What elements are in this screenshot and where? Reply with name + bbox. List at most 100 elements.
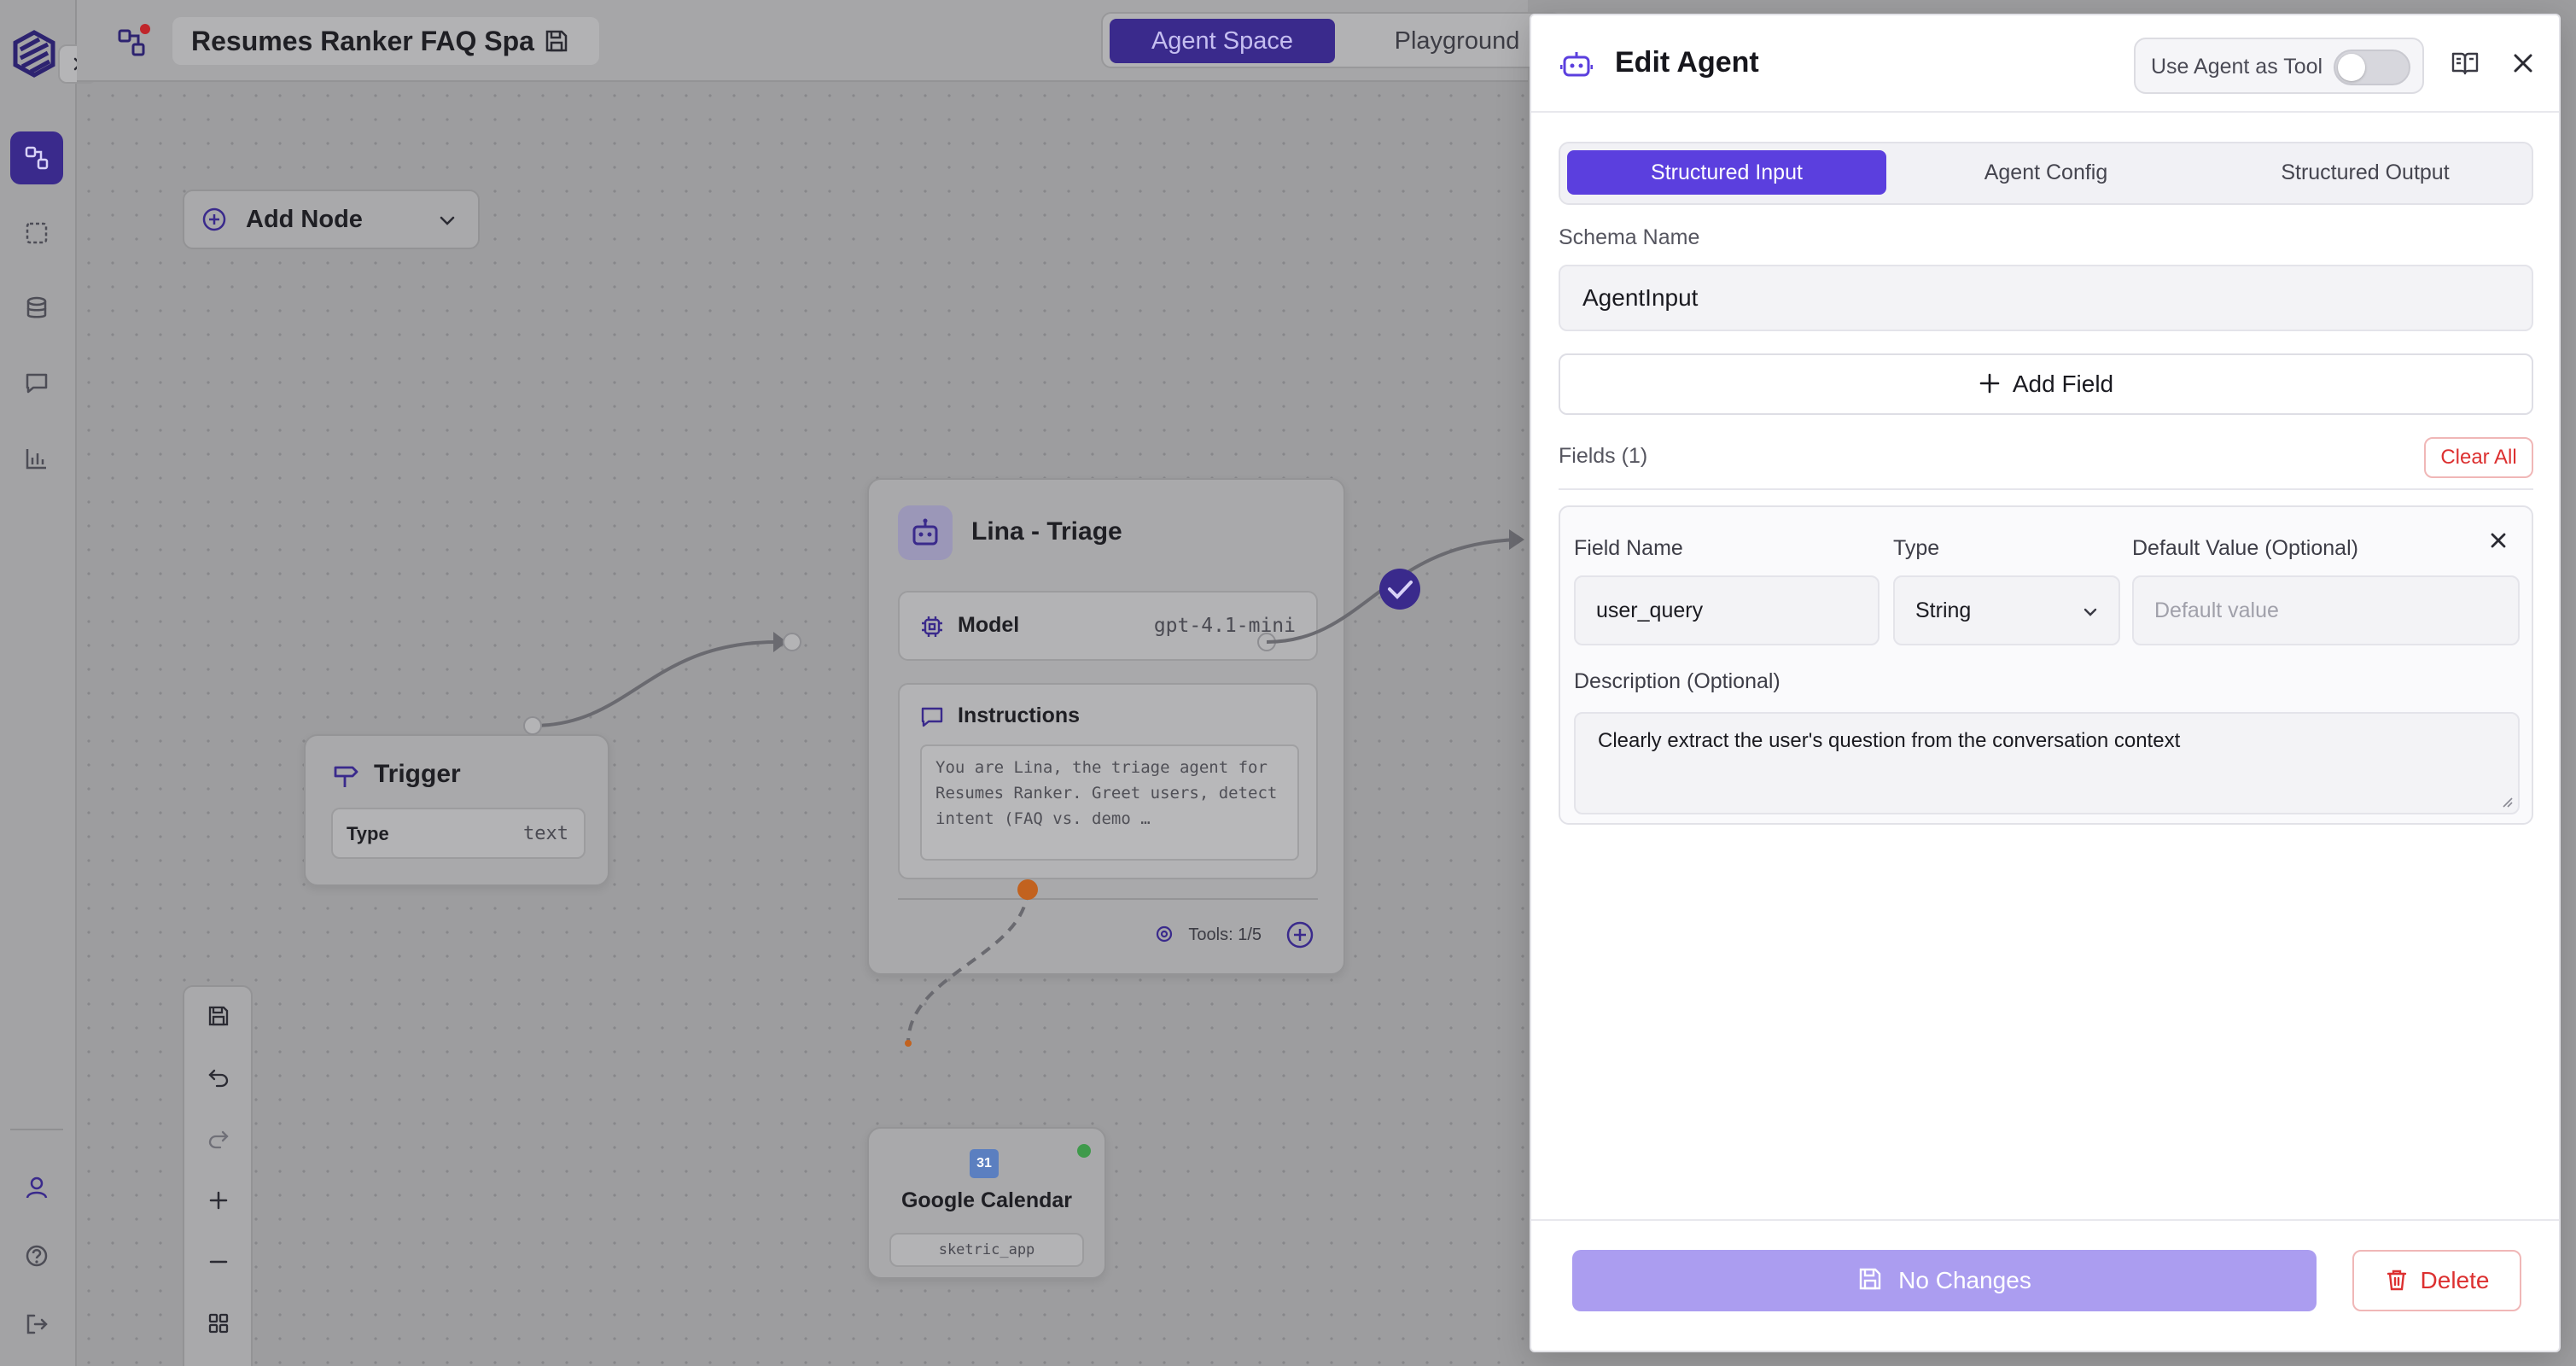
zoom-out-icon[interactable]: [200, 1243, 237, 1281]
model-key: Model: [958, 613, 1020, 637]
workflow-icon: [25, 146, 49, 170]
panel-tabs: Structured Input Agent Config Structured…: [1559, 142, 2533, 205]
field-card: Field Name Type Default Value (Optional)…: [1559, 505, 2533, 825]
close-icon[interactable]: [2508, 48, 2538, 79]
tab-agent-space[interactable]: Agent Space: [1110, 19, 1335, 63]
remove-field-icon[interactable]: [2486, 528, 2511, 553]
field-type-label: Type: [1893, 536, 1940, 560]
help-icon: [26, 1245, 48, 1267]
chat-icon: [26, 373, 48, 394]
panel-header: Edit Agent Use Agent as Tool: [1531, 15, 2559, 113]
cpu-icon: [922, 616, 942, 637]
agent-node[interactable]: Lina - Triage Model gpt-4.1-mini Instruc…: [867, 478, 1345, 975]
resize-handle-icon[interactable]: [2499, 794, 2513, 808]
use-agent-as-tool-toggle[interactable]: [2334, 50, 2410, 85]
instructions-key: Instructions: [958, 703, 1081, 727]
logout-icon: [26, 1314, 48, 1334]
clear-all-button[interactable]: Clear All: [2424, 437, 2533, 478]
field-type-value: String: [1915, 598, 1972, 622]
add-node-button[interactable]: Add Node: [183, 190, 480, 249]
trigger-type-row: Type text: [331, 808, 586, 859]
add-node-label: Add Node: [246, 206, 363, 233]
description-label: Description (Optional): [1574, 669, 1780, 693]
chevron-down-icon: [440, 216, 455, 225]
robot-icon: [898, 505, 953, 560]
panel-footer: No Changes Delete: [1531, 1219, 2559, 1352]
use-agent-as-tool-label: Use Agent as Tool: [2151, 55, 2323, 79]
undo-icon[interactable]: [200, 1059, 237, 1096]
tab-structured-input[interactable]: Structured Input: [1567, 150, 1886, 195]
user-icon: [26, 1176, 48, 1199]
description-textarea[interactable]: Clearly extract the user's question from…: [1574, 712, 2520, 814]
workflow-canvas[interactable]: Add Node Trigger Type text Lina - Triage…: [77, 84, 1528, 1366]
view-tabs: Agent Space Playground: [1101, 12, 1562, 68]
redo-icon[interactable]: [200, 1120, 237, 1158]
add-tool-icon[interactable]: [1285, 920, 1314, 949]
schema-name-input[interactable]: AgentInput: [1559, 265, 2533, 331]
project-title[interactable]: Resumes Ranker FAQ Spa: [172, 17, 599, 65]
google-calendar-title: Google Calendar: [900, 1188, 1073, 1212]
agent-node-divider: [898, 898, 1318, 900]
add-field-button[interactable]: Add Field: [1559, 353, 2533, 415]
use-agent-as-tool-control: Use Agent as Tool: [2134, 38, 2424, 94]
model-value: gpt-4.1-mini: [1153, 615, 1296, 637]
agent-node-title: Lina - Triage: [971, 517, 1122, 546]
sidebar-item-logout[interactable]: [10, 1298, 63, 1351]
sidebar-item-selection[interactable]: [10, 207, 63, 260]
default-value-input[interactable]: Default value: [2132, 575, 2520, 645]
agent-instructions-box: Instructions You are Lina, the triage ag…: [898, 683, 1318, 879]
book-open-icon[interactable]: [2450, 48, 2480, 79]
left-sidebar: [0, 0, 97, 1366]
google-calendar-app-chip: sketric_app: [889, 1233, 1084, 1267]
google-calendar-node[interactable]: 31 Google Calendar sketric_app: [867, 1127, 1106, 1279]
schema-name-label: Schema Name: [1559, 225, 1700, 249]
plus-icon: [1979, 373, 2000, 394]
instructions-text: You are Lina, the triage agent for Resum…: [920, 744, 1299, 861]
plus-circle-icon: [202, 207, 226, 231]
sidebar-item-help[interactable]: [10, 1229, 63, 1282]
default-value-label: Default Value (Optional): [2132, 536, 2358, 560]
description-value: Clearly extract the user's question from…: [1598, 729, 2181, 752]
sidebar-item-database[interactable]: [10, 282, 63, 335]
tools-gear-icon: [1156, 925, 1173, 943]
edit-agent-panel: Edit Agent Use Agent as Tool Structured …: [1530, 14, 2561, 1352]
sidebar-divider: [10, 1129, 63, 1130]
no-changes-label: No Changes: [1898, 1267, 2031, 1293]
canvas-toolbar: [183, 985, 253, 1366]
field-type-select[interactable]: String: [1893, 575, 2120, 645]
trigger-node[interactable]: Trigger Type text: [304, 734, 609, 886]
trigger-type-value: text: [523, 823, 568, 844]
tab-structured-output[interactable]: Structured Output: [2206, 150, 2525, 195]
database-icon: [26, 296, 47, 318]
trigger-node-title: Trigger: [374, 760, 461, 788]
bar-chart-icon: [26, 449, 46, 470]
fields-count: Fields (1): [1559, 444, 1648, 468]
delete-button[interactable]: Delete: [2352, 1250, 2521, 1311]
save-canvas-icon[interactable]: [200, 997, 237, 1035]
field-name-input[interactable]: user_query: [1574, 575, 1880, 645]
sidebar-item-profile[interactable]: [10, 1161, 63, 1214]
dashed-square-icon: [26, 222, 48, 244]
add-field-label: Add Field: [2012, 371, 2114, 397]
panel-title: Edit Agent: [1615, 46, 1759, 79]
agent-model-row: Model gpt-4.1-mini: [898, 591, 1318, 661]
sidebar-item-analytics[interactable]: [10, 432, 63, 485]
trigger-type-key: Type: [347, 823, 389, 844]
grid-layout-icon[interactable]: [200, 1305, 237, 1342]
field-name-label: Field Name: [1574, 536, 1683, 560]
zoom-in-icon[interactable]: [200, 1182, 237, 1219]
save-icon: [1859, 1268, 1881, 1290]
message-icon: [921, 707, 943, 727]
app-logo-icon[interactable]: [9, 27, 60, 87]
flow-status-icon: [118, 24, 150, 56]
no-changes-button[interactable]: No Changes: [1572, 1250, 2317, 1311]
tab-agent-config[interactable]: Agent Config: [1886, 150, 2206, 195]
sidebar-item-chat[interactable]: [10, 357, 63, 410]
status-dot: [1077, 1144, 1091, 1158]
top-bar: Resumes Ranker FAQ Spa Agent Space Playg…: [77, 0, 1562, 82]
fields-divider: [1559, 488, 2533, 490]
tools-count: Tools: 1/5: [1188, 925, 1262, 944]
chevron-down-icon: [2084, 608, 2097, 616]
sidebar-item-workflows[interactable]: [10, 131, 63, 184]
save-icon[interactable]: [538, 22, 575, 60]
